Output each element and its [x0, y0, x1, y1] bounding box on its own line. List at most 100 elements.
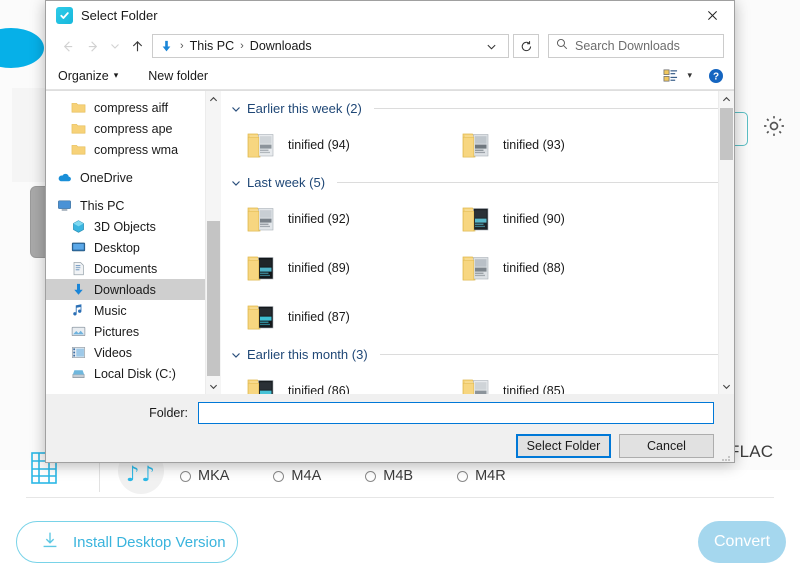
radio-label: M4A: [291, 468, 321, 484]
file-list-item[interactable]: tinified (89): [229, 243, 444, 292]
file-item-label: tinified (87): [288, 310, 350, 324]
recent-locations-chevron-down-icon[interactable]: [106, 33, 124, 59]
radio-option-m4b[interactable]: M4B: [365, 468, 413, 484]
file-list-item[interactable]: tinified (92): [229, 194, 444, 243]
breadcrumb-separator: ›: [237, 40, 247, 52]
sidebar-item-label: Music: [94, 304, 127, 318]
chevron-down-icon: ▾: [114, 70, 119, 81]
back-arrow-icon[interactable]: [54, 33, 80, 59]
folder-label: Folder:: [60, 406, 198, 420]
file-item-label: tinified (90): [503, 212, 565, 226]
folder-name-input[interactable]: [198, 402, 714, 424]
chevron-down-icon[interactable]: [231, 104, 241, 114]
sidebar-item-compress-aiff[interactable]: compress aiff: [46, 97, 221, 118]
view-layout-icon[interactable]: ▾: [663, 68, 692, 83]
sidebar-item-downloads[interactable]: Downloads: [46, 279, 221, 300]
search-input[interactable]: Search Downloads: [548, 34, 724, 58]
radio-option-m4a[interactable]: M4A: [273, 468, 321, 484]
folder-icon: [70, 121, 87, 136]
navigation-tree-panel: compress aiffcompress ape compress wma One…: [46, 91, 221, 394]
sidebar-item-label: 3D Objects: [94, 220, 156, 234]
convert-button[interactable]: Convert: [698, 521, 786, 563]
tree-scrollbar[interactable]: [205, 91, 221, 394]
help-icon[interactable]: ?: [708, 68, 724, 84]
sidebar-item-this-pc[interactable]: This PC: [46, 195, 221, 216]
install-desktop-version-button[interactable]: Install Desktop Version: [16, 521, 238, 563]
address-bar[interactable]: › This PC › Downloads: [152, 34, 509, 58]
flac-format-label: FLAC: [729, 442, 773, 462]
file-list-item[interactable]: tinified (87): [229, 292, 444, 341]
file-list-item[interactable]: tinified (88): [444, 243, 659, 292]
folder-input-row: Folder:: [60, 402, 720, 424]
organize-button[interactable]: Organize ▾: [58, 69, 126, 83]
up-arrow-icon[interactable]: [124, 33, 150, 59]
breadcrumb-this-pc[interactable]: This PC: [187, 39, 237, 53]
sidebar-item-desktop[interactable]: Desktop: [46, 237, 221, 258]
radio-option-m4r[interactable]: M4R: [457, 468, 506, 484]
breadcrumb-downloads[interactable]: Downloads: [247, 39, 315, 53]
folder-thumbnail-icon: [247, 376, 279, 395]
select-folder-dialog: Select Folder: [45, 0, 735, 463]
sidebar-item-3d-objects[interactable]: 3D Objects: [46, 216, 221, 237]
file-scrollbar-thumb[interactable]: [720, 108, 733, 160]
sidebar-item-videos[interactable]: Videos: [46, 342, 221, 363]
radio-label: M4R: [475, 468, 506, 484]
radio-option-mka[interactable]: MKA: [180, 468, 229, 484]
file-list-item[interactable]: tinified (93): [444, 120, 659, 169]
file-group-header[interactable]: Earlier this month (3): [231, 347, 718, 362]
cube-icon: [70, 219, 87, 234]
sidebar-item-documents[interactable]: Documents: [46, 258, 221, 279]
file-group-grid: tinified (86) tinified (85): [229, 366, 734, 394]
folder-thumbnail-icon: [247, 130, 279, 160]
file-list-item[interactable]: tinified (94): [229, 120, 444, 169]
folder-thumbnail-icon: [462, 376, 494, 395]
footer-divider: [26, 497, 774, 498]
file-list-item[interactable]: tinified (86): [229, 366, 444, 394]
scroll-up-icon[interactable]: [206, 91, 221, 107]
scroll-down-icon[interactable]: [719, 378, 734, 394]
file-list-item[interactable]: tinified (90): [444, 194, 659, 243]
scroll-up-icon[interactable]: [719, 91, 734, 107]
select-folder-button[interactable]: Select Folder: [516, 434, 611, 458]
sidebar-item-onedrive[interactable]: OneDrive: [46, 167, 221, 188]
address-chevron-down-icon[interactable]: [481, 41, 502, 52]
file-group-rule: [374, 108, 718, 109]
sidebar-item-label: compress wma: [94, 143, 178, 157]
tree-group-gap: [46, 384, 221, 391]
cancel-button[interactable]: Cancel: [619, 434, 714, 458]
chevron-down-icon[interactable]: [231, 178, 241, 188]
sidebar-item-pictures[interactable]: Pictures: [46, 321, 221, 342]
radio-indicator: [365, 471, 376, 482]
file-item-label: tinified (88): [503, 261, 565, 275]
refresh-icon[interactable]: [513, 34, 539, 58]
forward-arrow-icon[interactable]: [80, 33, 106, 59]
dialog-body: compress aiffcompress ape compress wma One…: [46, 90, 734, 394]
sidebar-item-compress-wma[interactable]: compress wma: [46, 139, 221, 160]
scroll-down-icon[interactable]: [206, 378, 221, 394]
sidebar-item-label: Local Disk (C:): [94, 367, 176, 381]
file-list: Earlier this week (2) tinified (94) tini…: [221, 91, 734, 394]
dialog-toolbar: Organize ▾ New folder ▾ ?: [46, 62, 734, 90]
radio-indicator: [180, 471, 191, 482]
sidebar-item-label: Documents: [94, 262, 157, 276]
sidebar-item-music[interactable]: Music: [46, 300, 221, 321]
tree-scrollbar-thumb[interactable]: [207, 221, 220, 376]
sidebar-item-label: Desktop: [94, 241, 140, 255]
folder-thumbnail-icon: [247, 302, 279, 332]
sidebar-item-label: Videos: [94, 346, 132, 360]
sidebar-item-local-disk-c[interactable]: Local Disk (C:): [46, 363, 221, 384]
music-note-icon: [70, 303, 87, 318]
close-icon[interactable]: [690, 1, 734, 30]
chevron-down-icon[interactable]: [231, 350, 241, 360]
download-icon: [39, 529, 61, 556]
file-list-scrollbar[interactable]: [718, 91, 734, 394]
file-list-item[interactable]: tinified (85): [444, 366, 659, 394]
file-group-header[interactable]: Last week (5): [231, 175, 718, 190]
new-folder-button[interactable]: New folder: [148, 69, 216, 83]
documents-icon: [70, 261, 87, 276]
file-group-header[interactable]: Earlier this week (2): [231, 101, 718, 116]
resize-grip-icon[interactable]: [721, 449, 731, 459]
sidebar-item-compress-ape[interactable]: compress ape: [46, 118, 221, 139]
gear-icon[interactable]: [760, 112, 788, 140]
file-list-panel[interactable]: Earlier this week (2) tinified (94) tini…: [221, 91, 734, 394]
